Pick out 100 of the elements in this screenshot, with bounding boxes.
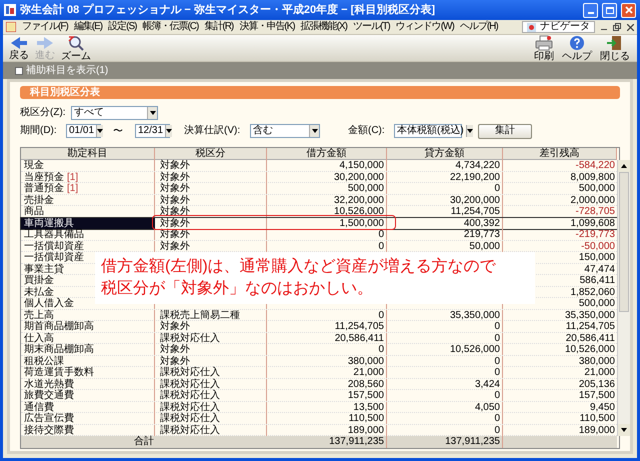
- credit-cell: 0: [387, 413, 503, 424]
- tax-class-cell: 対象外: [155, 218, 267, 229]
- mdi-close-icon[interactable]: [627, 24, 634, 30]
- app-icon: [4, 4, 16, 16]
- account-cell: 売上高: [21, 310, 155, 320]
- credit-cell: 10,526,000: [387, 344, 503, 355]
- debit-cell: 500,000: [267, 183, 387, 194]
- credit-cell: 400,392: [387, 218, 503, 229]
- debit-cell: 380,000: [267, 356, 387, 366]
- scroll-down-icon[interactable]: [618, 424, 630, 436]
- menu-item[interactable]: 帳簿・伝票(C): [142, 22, 198, 32]
- balance-cell-text: 1,852,060: [570, 286, 616, 298]
- maximize-button[interactable]: [602, 2, 617, 18]
- document-icon: [6, 22, 16, 32]
- account-cell: 租税公課: [21, 356, 155, 366]
- toolbar-button[interactable]: 印刷: [530, 34, 558, 62]
- close-icon: [624, 6, 632, 14]
- debit-cell: 30,200,000: [267, 172, 387, 182]
- balance-cell-text: 35,350,000: [564, 310, 616, 320]
- column-header: 税区分: [155, 148, 267, 160]
- credit-cell: 0: [387, 390, 503, 401]
- debit-cell: 21,000: [267, 367, 387, 378]
- account-cell: 水道光熱費: [21, 378, 155, 390]
- navigator-button[interactable]: ナビゲータ: [522, 21, 595, 33]
- debit-cell: 20,586,411: [267, 332, 387, 344]
- scroll-up-icon[interactable]: [618, 160, 630, 172]
- balance-cell-text: 21,000: [583, 367, 616, 378]
- toolbar-button[interactable]: 戻る: [6, 36, 32, 60]
- credit-cell: 4,050: [387, 402, 503, 412]
- close-button[interactable]: [621, 2, 636, 18]
- balance-cell-text: 150,000: [578, 252, 616, 263]
- tax-class-cell: 対象外: [155, 321, 267, 332]
- credit-cell: 0: [387, 356, 503, 366]
- tax-class-cell: 対象外: [155, 194, 267, 206]
- field-label: 税区分(Z):: [20, 108, 67, 118]
- balance-cell-text: 10,526,000: [564, 344, 616, 355]
- debit-cell: 0: [267, 229, 387, 240]
- mdi-minimize-icon[interactable]: [601, 28, 607, 30]
- balance-cell-text: 205,136: [578, 378, 616, 390]
- scrollbar[interactable]: [617, 160, 630, 436]
- balance-cell-text: -584,220: [574, 160, 616, 171]
- closing-entries-dropdown[interactable]: 含む: [250, 124, 320, 138]
- tax-class-cell: 対象外: [155, 206, 267, 217]
- account-cell: 仕入高: [21, 332, 155, 344]
- toolbar-button[interactable]: ヘルプ: [558, 34, 596, 62]
- toolbar-button[interactable]: 閉じる: [596, 34, 634, 62]
- menu-item[interactable]: ウィンドウ(W): [396, 22, 454, 32]
- account-cell: 普通預金 [1]: [21, 183, 155, 194]
- back-arrow-icon: [10, 36, 28, 50]
- tax-class-cell: 対象外: [155, 344, 267, 355]
- checkbox-label: 補助科目を表示(1): [26, 66, 108, 76]
- account-cell: 期末商品棚卸高: [21, 344, 155, 355]
- column-header: 勘定科目: [21, 148, 155, 160]
- printer-icon: [535, 34, 553, 50]
- magnifier-icon: [67, 34, 85, 50]
- balance-cell-text: 110,500: [578, 413, 616, 424]
- menu-item[interactable]: 決算・申告(K): [239, 22, 295, 32]
- field-label: 決算仕訳(V):: [184, 126, 242, 136]
- tax-class-cell: 課税対応仕入: [155, 367, 267, 378]
- mdi-restore-icon[interactable]: [613, 23, 621, 31]
- column-header: 借方金額: [267, 148, 387, 160]
- tax-class-cell: 対象外: [155, 183, 267, 194]
- window-title: 弥生会計 08 プロフェッショナル − 弥生マイスター・平成20年度 − [科目別税区分表]: [20, 2, 436, 18]
- credit-cell: 3,424: [387, 378, 503, 390]
- balance-cell-text: 8,009,800: [570, 172, 616, 182]
- credit-cell: 35,350,000: [387, 310, 503, 320]
- account-cell: 旅費交通費: [21, 390, 155, 401]
- menu-item[interactable]: 設定(S): [108, 22, 136, 32]
- account-cell: 商品: [21, 206, 155, 217]
- balance-cell-text: -219,773: [574, 229, 616, 240]
- balance-cell-text: 2,000,000: [570, 194, 616, 206]
- menu-item[interactable]: ファイル(F): [22, 22, 68, 32]
- debit-cell: 10,526,000: [267, 206, 387, 217]
- tax-class-cell: 対象外: [155, 172, 267, 182]
- tax-class-dropdown[interactable]: すべて: [71, 106, 158, 120]
- minimize-button[interactable]: [583, 2, 598, 18]
- tax-class-cell: 課税対応仕入: [155, 390, 267, 401]
- debit-cell: 157,500: [267, 390, 387, 401]
- menu-item[interactable]: ツール(T): [352, 22, 390, 32]
- balance-cell-text: 47,474: [583, 264, 616, 274]
- debit-cell: 0: [267, 344, 387, 355]
- menu-item[interactable]: 拡張機能(X): [300, 22, 347, 32]
- range-tilde: 〜: [113, 124, 123, 138]
- account-cell: 工具器具備品: [21, 229, 155, 240]
- credit-cell: 30,200,000: [387, 194, 503, 206]
- credit-cell: 0: [387, 321, 503, 332]
- tally-button[interactable]: 集計: [478, 124, 532, 138]
- checkbox[interactable]: [15, 66, 23, 74]
- total-label: 合計: [133, 436, 155, 448]
- account-cell: 現金: [21, 160, 155, 171]
- account-cell: 通信費: [21, 402, 155, 412]
- end-date-field[interactable]: 12/31: [135, 124, 170, 138]
- menu-item[interactable]: ヘルプ(H): [460, 22, 498, 32]
- debit-cell: 4,150,000: [267, 160, 387, 171]
- balance-cell-text: 1,099,608: [570, 218, 616, 229]
- toolbar-button[interactable]: ズーム: [58, 34, 94, 62]
- start-date-field[interactable]: 01/01: [66, 124, 101, 138]
- menu-item[interactable]: 編集(E): [74, 22, 102, 32]
- menu-item[interactable]: 集計(R): [204, 22, 234, 32]
- balance-cell-text: 157,500: [578, 390, 616, 401]
